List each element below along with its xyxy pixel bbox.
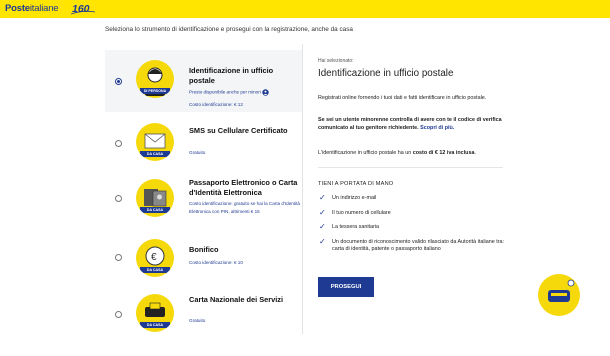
option-bonifico[interactable]: € DA CASA Bonifico Costo identificazione… <box>105 230 303 290</box>
option-title: Carta Nazionale dei Servizi <box>189 295 284 304</box>
tag-da-casa: DA CASA <box>140 322 170 328</box>
option-sms-cellulare[interactable]: DA CASA SMS su Cellulare Certificato Gra… <box>105 114 303 174</box>
anniversary-160-logo: 160 <box>71 3 95 15</box>
minor-notice: Se sei un utente minorenne controlla di … <box>318 116 513 133</box>
option-cost: Gratuito <box>189 150 206 155</box>
svg-text:€: € <box>151 252 157 263</box>
top-bar: Posteitaliane 160 <box>0 0 610 18</box>
check-icon: ✓ <box>319 236 326 246</box>
logo-brand-italic: italiane <box>29 3 59 14</box>
checklist-item: ✓ Un documento di riconoscimento valido r… <box>318 236 508 254</box>
check-icon: ✓ <box>319 222 326 232</box>
checklist-text: Un indirizzo e-mail <box>332 195 377 201</box>
tag-di-persona: DI PERSONA <box>140 88 170 94</box>
requirements-checklist: ✓ Un indirizzo e-mail ✓ Il tuo numero di c… <box>318 193 508 254</box>
keep-at-hand-heading: TIENI A PORTATA DI MANO <box>318 181 394 187</box>
option-cost: Costo identificazione: gratuito se hai l… <box>189 201 300 214</box>
person-icon: DI PERSONA <box>136 60 174 98</box>
option-title: Passaporto Elettronico o Carta d'Identit… <box>189 178 298 197</box>
option-title: SMS su Cellulare Certificato <box>189 126 288 135</box>
minors-info-icon <box>262 89 269 96</box>
tag-da-casa: DA CASA <box>140 267 170 273</box>
section-separator <box>318 167 503 168</box>
check-icon: ✓ <box>319 193 326 202</box>
minor-notice-text: Se sei un utente minorenne controlla di … <box>318 117 502 132</box>
option-cost: Costo identificazione: € 12 <box>189 102 243 107</box>
tag-da-casa: DA CASA <box>140 151 170 157</box>
cost-info: L'identificazione in ufficio postale ha … <box>318 150 518 156</box>
selected-title: Identificazione in ufficio postale <box>318 68 454 79</box>
instruction-text: Seleziona lo strumento di identificazion… <box>105 26 353 33</box>
identification-options-list: DI PERSONA Identificazione in ufficio po… <box>105 44 303 344</box>
help-assistant-icon[interactable] <box>538 274 580 316</box>
selected-label: Hai selezionato: <box>318 58 354 64</box>
option-carta-nazionale-servizi[interactable]: DA CASA Carta Nazionale dei Servizi Grat… <box>105 288 303 348</box>
detail-description: Registrati online fornendo i tuoi dati e… <box>318 95 487 101</box>
envelope-icon: DA CASA <box>136 123 174 161</box>
cost-info-prefix: L'identificazione in ufficio postale ha … <box>318 150 413 156</box>
cost-info-suffix: . <box>474 150 476 156</box>
checklist-text: Un documento di riconoscimento valido ri… <box>332 238 504 253</box>
checklist-text: La tessera sanitaria <box>332 224 380 231</box>
tag-da-casa: DA CASA <box>140 207 170 213</box>
cost-info-amount: costo di € 12 iva inclusa <box>412 150 475 156</box>
radio-sms-cellulare[interactable] <box>115 140 122 147</box>
panel-divider <box>302 44 303 334</box>
checklist-text: Il tuo numero di cellulare <box>332 209 391 216</box>
check-icon: ✓ <box>319 207 326 217</box>
option-cost: Gratuito <box>189 318 206 323</box>
poste-italiane-logo[interactable]: Posteitaliane <box>5 3 59 14</box>
radio-bonifico[interactable] <box>115 254 122 261</box>
option-cost: Costo identificazione: € 10 <box>189 260 243 265</box>
learn-more-link[interactable]: Scopri di più. <box>420 125 454 131</box>
note-minori-text: Presto disponibile anche per minori <box>189 89 261 95</box>
checklist-item: ✓ La tessera sanitaria <box>318 222 508 232</box>
option-title: Bonifico <box>189 245 219 254</box>
radio-passaporto-cie[interactable] <box>115 195 122 202</box>
logo-brand-main: Poste <box>5 3 30 14</box>
option-title: Identificazione in ufficio postale <box>189 66 274 85</box>
radio-carta-nazionale-servizi[interactable] <box>115 311 122 318</box>
euro-coin-icon: € DA CASA <box>136 239 174 277</box>
card-reader-icon: DA CASA <box>136 294 174 332</box>
option-ufficio-postale[interactable]: DI PERSONA Identificazione in ufficio po… <box>105 50 303 112</box>
prosegui-button[interactable]: PROSEGUI <box>318 277 374 297</box>
option-note-minori: Presto disponibile anche per minori <box>189 89 301 96</box>
checklist-item: ✓ Un indirizzo e-mail <box>318 193 508 203</box>
passport-icon: DA CASA <box>136 179 174 217</box>
radio-ufficio-postale[interactable] <box>115 78 122 85</box>
checklist-item: ✓ Il tuo numero di cellulare <box>318 207 508 218</box>
option-passaporto-cie[interactable]: DA CASA Passaporto Elettronico o Carta d… <box>105 170 303 228</box>
